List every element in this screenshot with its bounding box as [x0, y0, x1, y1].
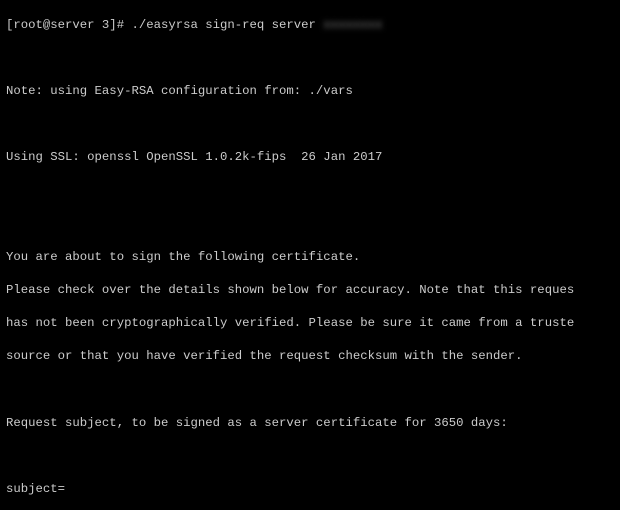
about-line: You are about to sign the following cert… [6, 249, 614, 266]
subject-header: subject= [6, 481, 614, 498]
hidden-server-name: xxxxxxxx [323, 18, 382, 32]
terminal-window[interactable]: [root@server 3]# ./easyrsa sign-req serv… [0, 0, 620, 510]
request-subject-line: Request subject, to be signed as a serve… [6, 415, 614, 432]
prompt-line: [root@server 3]# ./easyrsa sign-req serv… [6, 18, 323, 32]
check-line-3: source or that you have verified the req… [6, 348, 614, 365]
ssl-line: Using SSL: openssl OpenSSL 1.0.2k-fips 2… [6, 149, 614, 166]
check-line-2: has not been cryptographically verified.… [6, 315, 614, 332]
check-line-1: Please check over the details shown belo… [6, 282, 614, 299]
note-line: Note: using Easy-RSA configuration from:… [6, 83, 614, 100]
